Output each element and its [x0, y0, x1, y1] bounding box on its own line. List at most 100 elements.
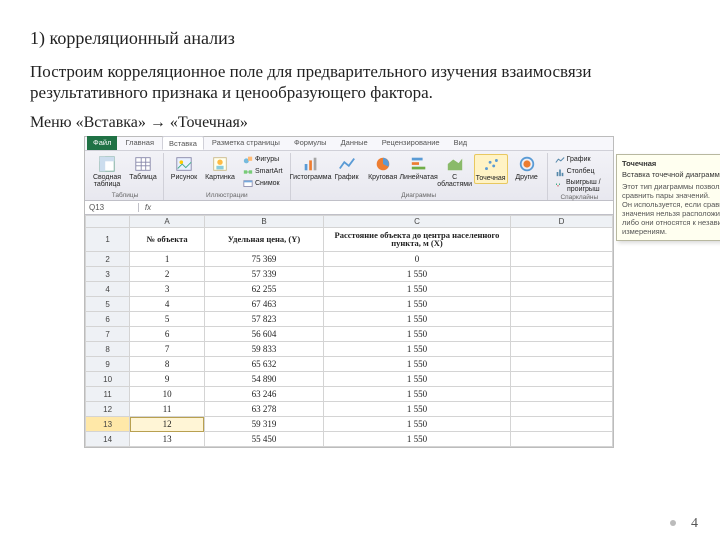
tab-review[interactable]: Рецензирование: [376, 136, 446, 150]
cell[interactable]: [510, 402, 612, 417]
cell[interactable]: 1 550: [323, 312, 510, 327]
cell[interactable]: 1 550: [323, 417, 510, 432]
cell[interactable]: 10: [130, 387, 205, 402]
cell[interactable]: 1 550: [323, 297, 510, 312]
cell[interactable]: [510, 297, 612, 312]
row-header[interactable]: 10: [86, 372, 130, 387]
cell-a1[interactable]: № объекта: [130, 227, 205, 252]
cell-d1[interactable]: [510, 227, 612, 252]
cell[interactable]: 54 890: [204, 372, 323, 387]
cell[interactable]: 1: [130, 252, 205, 267]
smartart-button[interactable]: SmartArt: [241, 167, 285, 178]
cell[interactable]: 0: [323, 252, 510, 267]
table-button[interactable]: Таблица: [126, 154, 160, 182]
cell[interactable]: 67 463: [204, 297, 323, 312]
cell[interactable]: 57 339: [204, 267, 323, 282]
select-all-cell[interactable]: [86, 215, 130, 227]
sparkline-column[interactable]: Столбец: [553, 167, 606, 178]
cell[interactable]: 13: [130, 432, 205, 447]
cell[interactable]: 2: [130, 267, 205, 282]
sparkline-winloss[interactable]: Выигрыш / проигрыш: [553, 179, 606, 194]
cell[interactable]: 11: [130, 402, 205, 417]
cell[interactable]: 56 604: [204, 327, 323, 342]
tab-view[interactable]: Вид: [448, 136, 474, 150]
area-chart-button[interactable]: С областями: [438, 154, 472, 190]
cell[interactable]: [510, 267, 612, 282]
tab-formulas[interactable]: Формулы: [288, 136, 333, 150]
cell[interactable]: 8: [130, 357, 205, 372]
cell[interactable]: [510, 342, 612, 357]
sparkline-line[interactable]: График: [553, 155, 606, 166]
cell[interactable]: [510, 282, 612, 297]
bar-chart-button[interactable]: Линейчатая: [402, 154, 436, 182]
row-header[interactable]: 12: [86, 402, 130, 417]
clipart-button[interactable]: Картинка: [203, 154, 237, 182]
other-charts-button[interactable]: Другие: [510, 154, 544, 182]
row-header[interactable]: 4: [86, 282, 130, 297]
cell[interactable]: 1 550: [323, 342, 510, 357]
tab-pagelayout[interactable]: Разметка страницы: [206, 136, 286, 150]
shapes-button[interactable]: Фигуры: [241, 155, 285, 166]
row-header[interactable]: 1: [86, 227, 130, 252]
cell-c1[interactable]: Расстояние объекта до центра населенного…: [323, 227, 510, 252]
tab-data[interactable]: Данные: [335, 136, 374, 150]
cell[interactable]: [510, 387, 612, 402]
cell[interactable]: [510, 312, 612, 327]
cell[interactable]: 1 550: [323, 282, 510, 297]
cell[interactable]: 7: [130, 342, 205, 357]
cell[interactable]: 1 550: [323, 372, 510, 387]
cell[interactable]: 75 369: [204, 252, 323, 267]
cell[interactable]: [510, 357, 612, 372]
cell[interactable]: 1 550: [323, 402, 510, 417]
screenshot-button[interactable]: Снимок: [241, 179, 285, 190]
row-header[interactable]: 8: [86, 342, 130, 357]
col-header-d[interactable]: D: [510, 215, 612, 227]
cell[interactable]: 1 550: [323, 387, 510, 402]
cell[interactable]: 65 632: [204, 357, 323, 372]
cell[interactable]: [510, 327, 612, 342]
col-header-b[interactable]: B: [204, 215, 323, 227]
cell[interactable]: 63 246: [204, 387, 323, 402]
cell[interactable]: 6: [130, 327, 205, 342]
cell[interactable]: 1 550: [323, 432, 510, 447]
cell[interactable]: 12: [130, 417, 205, 432]
row-header[interactable]: 11: [86, 387, 130, 402]
fx-icon[interactable]: fx: [139, 203, 157, 212]
cell[interactable]: 63 278: [204, 402, 323, 417]
pie-chart-button[interactable]: Круговая: [366, 154, 400, 182]
picture-button[interactable]: Рисунок: [167, 154, 201, 182]
column-chart-button[interactable]: Гистограмма: [294, 154, 328, 182]
row-header[interactable]: 9: [86, 357, 130, 372]
scatter-chart-button[interactable]: Точечная: [474, 154, 508, 184]
name-box[interactable]: Q13: [85, 203, 139, 212]
tab-insert[interactable]: Вставка: [162, 136, 204, 150]
row-header[interactable]: 7: [86, 327, 130, 342]
cell[interactable]: 4: [130, 297, 205, 312]
row-header[interactable]: 5: [86, 297, 130, 312]
row-header[interactable]: 6: [86, 312, 130, 327]
tab-file[interactable]: Файл: [87, 136, 117, 150]
cell[interactable]: 9: [130, 372, 205, 387]
cell[interactable]: 3: [130, 282, 205, 297]
cell[interactable]: [510, 252, 612, 267]
cell[interactable]: 55 450: [204, 432, 323, 447]
cell[interactable]: 1 550: [323, 267, 510, 282]
cell[interactable]: 57 823: [204, 312, 323, 327]
spreadsheet-grid[interactable]: A B C D 1 № объекта Удельная цена, (Y) Р…: [85, 215, 613, 448]
cell[interactable]: [510, 432, 612, 447]
cell[interactable]: 5: [130, 312, 205, 327]
row-header[interactable]: 2: [86, 252, 130, 267]
tab-home[interactable]: Главная: [119, 136, 160, 150]
row-header[interactable]: 13: [86, 417, 130, 432]
line-chart-button[interactable]: График: [330, 154, 364, 182]
cell[interactable]: 59 833: [204, 342, 323, 357]
row-header[interactable]: 14: [86, 432, 130, 447]
row-header[interactable]: 3: [86, 267, 130, 282]
cell[interactable]: 1 550: [323, 357, 510, 372]
cell[interactable]: 59 319: [204, 417, 323, 432]
cell-b1[interactable]: Удельная цена, (Y): [204, 227, 323, 252]
cell[interactable]: [510, 417, 612, 432]
cell[interactable]: 1 550: [323, 327, 510, 342]
pivot-table-button[interactable]: Сводная таблица: [90, 154, 124, 190]
cell[interactable]: [510, 372, 612, 387]
